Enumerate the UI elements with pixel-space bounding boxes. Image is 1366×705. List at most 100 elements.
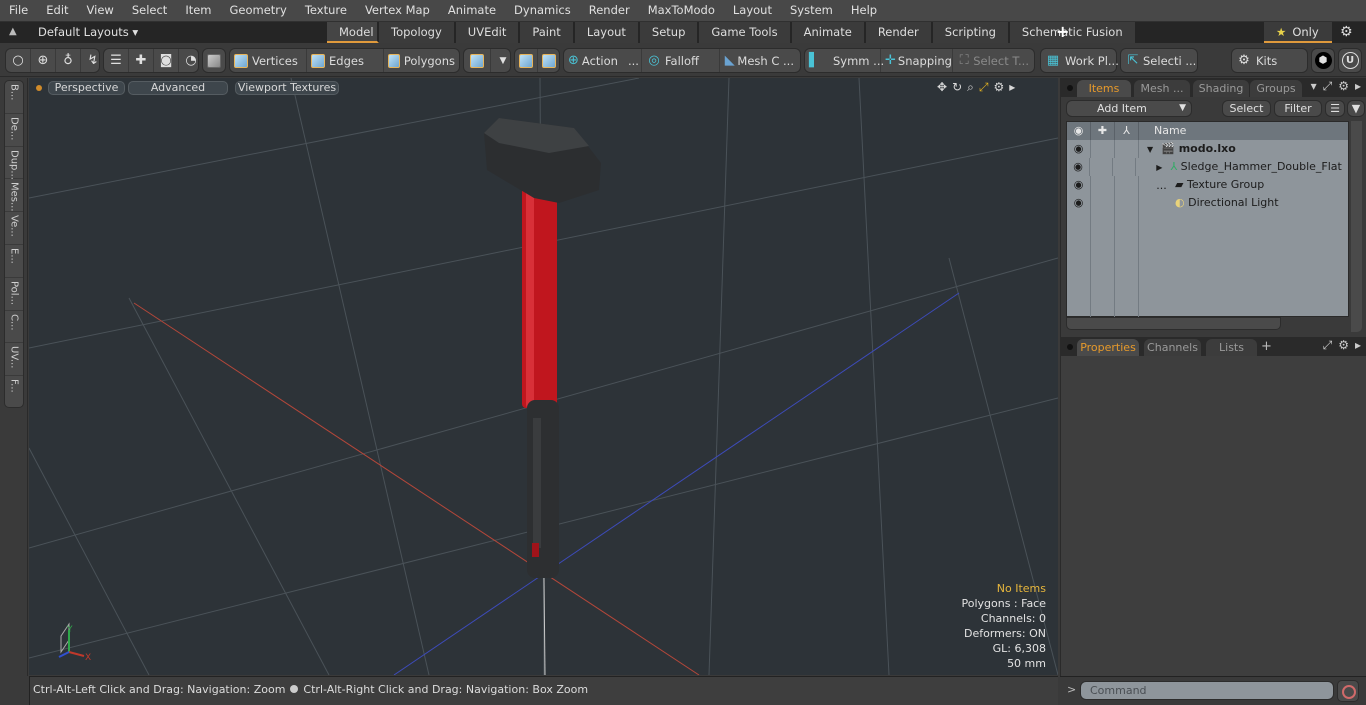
gear-icon[interactable]: ⚙ — [1338, 338, 1349, 353]
viewport-options-dot[interactable] — [36, 85, 42, 91]
axis-column-header[interactable]: ⅄ — [1115, 122, 1139, 140]
rotate-icon[interactable]: ↻ — [952, 80, 962, 95]
eye-icon[interactable]: ◉ — [1067, 194, 1091, 212]
menu-geometry[interactable]: Geometry — [221, 0, 296, 21]
pivot-mode-button[interactable] — [515, 49, 538, 72]
add-item-button[interactable]: Add Item ▼ — [1066, 100, 1192, 117]
eye-icon[interactable]: ◉ — [1067, 176, 1091, 194]
add-tab-button[interactable]: + — [1261, 339, 1272, 354]
tab-setup[interactable]: Setup — [639, 22, 700, 43]
work-plane-button[interactable]: ▦ Work Pl... — [1040, 48, 1119, 73]
tab-uvedit[interactable]: UVEdit — [455, 22, 521, 43]
tree-row-mesh[interactable]: ◉ ▶ ⅄ Sledge_Hammer_Double_Flat ... — [1067, 158, 1348, 192]
left-tab-basic[interactable]: B... — [5, 81, 23, 114]
tree-vertical-scrollbar[interactable] — [1351, 121, 1362, 332]
menu-select[interactable]: Select — [123, 0, 176, 21]
left-tab-edge[interactable]: E... — [5, 245, 23, 278]
record-macro-button[interactable] — [1337, 680, 1359, 702]
dial-tool-button[interactable]: ◔ — [179, 49, 203, 72]
material-mode-dropdown[interactable]: ▼ — [491, 49, 515, 72]
tab-groups[interactable]: Groups — [1250, 80, 1302, 97]
visibility-column-header[interactable]: ◉ — [1067, 122, 1091, 140]
symmetry-button[interactable]: ▌ Symm ... — [805, 49, 884, 72]
selection-sets-button[interactable]: ⇱ Selecti ... — [1120, 48, 1198, 73]
menu-maxtomodo[interactable]: MaxToModo — [639, 0, 724, 21]
menu-animate[interactable]: Animate — [439, 0, 505, 21]
tree-row-texture-group[interactable]: ◉ ▰ Texture Group — [1067, 176, 1348, 194]
menu-edit[interactable]: Edit — [37, 0, 77, 21]
circle-tool-button[interactable]: ○ — [6, 49, 31, 72]
tab-model[interactable]: Model — [327, 22, 379, 43]
maximize-icon[interactable]: ⤢ — [1323, 79, 1333, 94]
left-tab-deform[interactable]: De... — [5, 114, 23, 147]
only-toggle[interactable]: ★ Only — [1264, 22, 1332, 43]
frame-tool-button[interactable]: ◙ — [154, 49, 179, 72]
menu-system[interactable]: System — [781, 0, 842, 21]
expand-down-icon[interactable]: ▼ — [1147, 145, 1153, 154]
modo-kit-button[interactable]: ⬢ — [1311, 48, 1335, 73]
menu-render[interactable]: Render — [580, 0, 639, 21]
default-layouts-dropdown[interactable]: Default Layouts ▾ — [38, 25, 138, 39]
tab-schematic-fusion[interactable]: Schematic Fusion — [1009, 22, 1137, 43]
filter-button[interactable]: Filter — [1274, 100, 1322, 117]
sphere-tool-button[interactable]: ⊕ — [31, 49, 56, 72]
expand-right-icon[interactable]: ▶ — [1156, 163, 1162, 172]
tab-render[interactable]: Render — [865, 22, 933, 43]
select-button[interactable]: Select — [1222, 100, 1271, 117]
item-mode-button[interactable] — [202, 48, 226, 73]
tab-lists[interactable]: Lists — [1206, 339, 1257, 356]
edges-button[interactable]: Edges — [307, 49, 384, 72]
gear-icon[interactable]: ⚙ — [993, 80, 1004, 95]
tab-items[interactable]: Items — [1077, 80, 1131, 97]
select-through-button[interactable]: ⛶ Select T... — [953, 49, 1033, 72]
uv-unwrap-button[interactable]: ✚ — [129, 49, 154, 72]
left-tab-curve[interactable]: C... — [5, 311, 23, 344]
name-column-header[interactable]: Name — [1139, 122, 1186, 140]
curve-tool-button[interactable]: ↯ — [81, 49, 105, 72]
tab-paint[interactable]: Paint — [520, 22, 575, 43]
menu-layout[interactable]: Layout — [724, 0, 781, 21]
arrow-right-icon[interactable]: ▸ — [1355, 79, 1361, 94]
tab-shading[interactable]: Shading — [1193, 80, 1249, 97]
perspective-button[interactable]: Perspective — [48, 81, 125, 95]
viewport-3d[interactable]: Y X Perspective Advanced Viewport Textur… — [29, 78, 1058, 675]
tree-horizontal-scrollbar[interactable] — [1066, 317, 1281, 330]
arrow-right-icon[interactable]: ▸ — [1009, 80, 1015, 95]
sledge-hammer-model[interactable] — [484, 118, 601, 578]
advanced-shading-button[interactable]: Advanced — [128, 81, 228, 95]
filter-funnel-button[interactable]: ▼ — [1347, 100, 1365, 117]
maximize-icon[interactable]: ⤢ — [1323, 338, 1333, 353]
menu-vertex-map[interactable]: Vertex Map — [356, 0, 439, 21]
vertices-button[interactable]: Vertices — [230, 49, 307, 72]
polygons-button[interactable]: Polygons — [384, 49, 459, 72]
tab-game-tools[interactable]: Game Tools — [699, 22, 792, 43]
gear-icon[interactable]: ⚙ — [1340, 24, 1353, 40]
chevron-down-icon[interactable]: ▾ — [1311, 79, 1317, 94]
tab-mesh[interactable]: Mesh ... — [1134, 80, 1190, 97]
maximize-icon[interactable]: ⤢ — [979, 80, 989, 95]
menu-view[interactable]: View — [78, 0, 123, 21]
command-input[interactable]: Command — [1080, 681, 1334, 700]
collapse-up-icon[interactable]: ▲ — [9, 26, 21, 38]
zoom-icon[interactable]: ⌕ — [967, 80, 974, 95]
menu-help[interactable]: Help — [842, 0, 886, 21]
tab-animate[interactable]: Animate — [791, 22, 866, 43]
menu-item[interactable]: Item — [176, 0, 220, 21]
lock-column-header[interactable]: ✚ — [1091, 122, 1115, 140]
add-tab-button[interactable]: + — [1056, 23, 1069, 41]
panel-options-dot[interactable] — [1067, 344, 1073, 350]
material-mode-button[interactable] — [464, 49, 491, 72]
gear-icon[interactable]: ⚙ — [1338, 79, 1349, 94]
left-tab-polygon[interactable]: Pol... — [5, 278, 23, 311]
left-tab-mesh-edit[interactable]: Mes... — [5, 179, 23, 213]
action-center-button[interactable]: ⊕ Action... — [564, 49, 642, 72]
left-tab-fusion[interactable]: F... — [5, 376, 23, 409]
left-tab-duplicate[interactable]: Dup... — [5, 147, 23, 180]
panel-options-dot[interactable] — [1067, 85, 1073, 91]
left-tab-vertex[interactable]: Ve... — [5, 212, 23, 245]
tab-properties[interactable]: Properties — [1077, 339, 1139, 356]
mesh-constraint-button[interactable]: ◣ Mesh C ... — [720, 49, 798, 72]
tab-topology[interactable]: Topology — [379, 22, 456, 43]
menu-file[interactable]: File — [0, 0, 37, 21]
pan-icon[interactable]: ✥ — [937, 80, 947, 95]
